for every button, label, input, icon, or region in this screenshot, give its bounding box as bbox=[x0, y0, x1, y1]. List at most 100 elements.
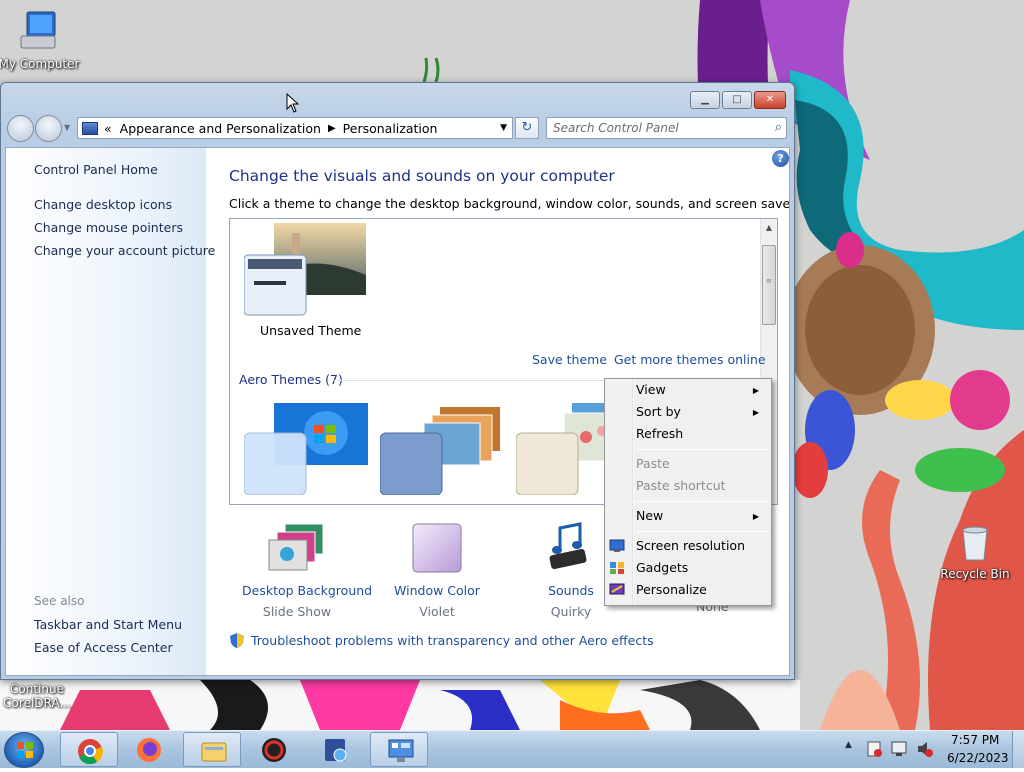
recycle-bin-icon bbox=[962, 526, 988, 561]
network-icon[interactable] bbox=[891, 741, 907, 756]
control-panel-home-link[interactable]: Control Panel Home bbox=[34, 162, 158, 177]
unsaved-theme-label[interactable]: Unsaved Theme bbox=[260, 323, 361, 338]
address-chevrons[interactable]: « bbox=[104, 121, 112, 136]
breadcrumb-separator-icon[interactable]: ▶ bbox=[328, 123, 336, 134]
desktop-background-option[interactable]: Desktop Background Slide Show bbox=[242, 522, 372, 619]
menu-separator bbox=[635, 449, 769, 450]
menu-item-screen-resolution[interactable]: Screen resolution bbox=[636, 538, 745, 553]
sounds-option[interactable]: Sounds Quirky bbox=[536, 522, 606, 619]
page-subtitle: Click a theme to change the desktop back… bbox=[229, 196, 790, 211]
screen-resolution-icon bbox=[609, 539, 625, 552]
window-color-link[interactable]: Window Color bbox=[392, 583, 482, 598]
menu-item-gadgets[interactable]: Gadgets bbox=[636, 560, 688, 575]
address-dropdown-icon[interactable]: ▼ bbox=[500, 123, 507, 133]
desktop-icon-recycle-bin[interactable]: Recycle Bin bbox=[932, 524, 1018, 581]
see-also-heading: See also bbox=[34, 594, 85, 608]
address-bar[interactable]: « Appearance and Personalization ▶ Perso… bbox=[77, 117, 513, 139]
folder-icon bbox=[201, 742, 227, 762]
change-desktop-icons-link[interactable]: Change desktop icons bbox=[34, 197, 172, 212]
sounds-music-notes-icon bbox=[549, 522, 587, 570]
recent-pages-dropdown-icon[interactable]: ▼ bbox=[64, 123, 70, 132]
desktop-icon-label-line1: Continue bbox=[10, 682, 64, 696]
taskbar-explorer[interactable] bbox=[183, 732, 241, 767]
shield-icon bbox=[230, 633, 244, 648]
show-hidden-icons-button[interactable]: ▲ bbox=[845, 740, 852, 750]
desktop-background-value: Slide Show bbox=[262, 604, 332, 619]
breadcrumb-appearance[interactable]: Appearance and Personalization bbox=[120, 121, 321, 136]
desktop-context-menu[interactable]: View ▶ Sort by ▶ Refresh Paste Paste sho… bbox=[604, 378, 772, 606]
show-desktop-button[interactable] bbox=[1012, 731, 1024, 768]
taskbar-firefox[interactable] bbox=[120, 732, 178, 767]
menu-item-paste-shortcut[interactable]: Paste shortcut bbox=[636, 478, 726, 493]
volume-muted-icon[interactable] bbox=[918, 742, 933, 757]
save-theme-link[interactable]: Save theme bbox=[532, 352, 607, 367]
minimize-button[interactable]: ▁ bbox=[690, 91, 720, 109]
menu-item-personalize[interactable]: Personalize bbox=[636, 582, 707, 597]
page-title: Change the visuals and sounds on your co… bbox=[229, 167, 615, 185]
window-color-swatch-icon bbox=[412, 523, 462, 573]
control-panel-icon bbox=[82, 121, 98, 135]
computer-icon bbox=[20, 11, 56, 49]
change-account-picture-link[interactable]: Change your account picture bbox=[34, 243, 215, 258]
taskbar-coreldraw[interactable] bbox=[245, 732, 303, 767]
menu-item-sort-by[interactable]: Sort by bbox=[636, 404, 681, 419]
clock-time[interactable]: 7:57 PM bbox=[951, 733, 999, 747]
search-icon[interactable]: ⌕ bbox=[775, 120, 782, 135]
search-box[interactable]: ⌕ bbox=[546, 117, 787, 139]
action-center-icon[interactable] bbox=[867, 741, 882, 757]
breadcrumb-personalization[interactable]: Personalization bbox=[343, 121, 438, 136]
taskbar-remote-app[interactable] bbox=[307, 732, 365, 767]
desktop-background-icon bbox=[268, 523, 324, 571]
menu-item-view[interactable]: View bbox=[636, 382, 666, 397]
coreldraw-icon bbox=[262, 738, 286, 762]
menu-item-paste[interactable]: Paste bbox=[636, 456, 670, 471]
refresh-icon[interactable]: ↻ bbox=[515, 117, 539, 139]
back-button[interactable] bbox=[7, 115, 34, 142]
firefox-icon bbox=[137, 738, 161, 762]
left-navigation-pane: Control Panel Home Change desktop icons … bbox=[6, 148, 215, 675]
taskbar-control-panel[interactable] bbox=[370, 732, 428, 767]
chrome-icon bbox=[78, 739, 103, 764]
control-panel-icon bbox=[388, 739, 414, 762]
taskbar-start-menu-link[interactable]: Taskbar and Start Menu bbox=[34, 617, 182, 632]
menu-separator bbox=[635, 501, 769, 502]
aero-themes-header: Aero Themes (7) bbox=[239, 372, 343, 387]
desktop-icon-my-computer[interactable]: My Computer bbox=[0, 10, 82, 71]
remote-desktop-icon bbox=[325, 739, 347, 762]
submenu-arrow-icon: ▶ bbox=[752, 386, 759, 395]
help-icon[interactable]: ? bbox=[772, 150, 789, 167]
desktop-icon-label-line2: CorelDRA... bbox=[3, 696, 71, 710]
close-button[interactable]: ✕ bbox=[754, 91, 786, 109]
aero-theme-windows7[interactable] bbox=[244, 403, 368, 495]
aero-theme-architecture[interactable] bbox=[380, 397, 504, 495]
window-color-value: Violet bbox=[419, 604, 455, 619]
submenu-arrow-icon: ▶ bbox=[752, 512, 759, 521]
desktop-icon-coreldraw[interactable]: Continue CorelDRA... bbox=[0, 682, 80, 710]
forward-button[interactable] bbox=[35, 115, 62, 142]
desktop-icon-label: My Computer bbox=[0, 57, 80, 71]
desktop-background-link[interactable]: Desktop Background bbox=[242, 583, 372, 598]
start-button[interactable] bbox=[4, 732, 44, 768]
change-mouse-pointers-link[interactable]: Change mouse pointers bbox=[34, 220, 183, 235]
submenu-arrow-icon: ▶ bbox=[752, 408, 759, 417]
troubleshoot-link[interactable]: Troubleshoot problems with transparency … bbox=[251, 633, 654, 648]
taskbar-chrome[interactable] bbox=[60, 732, 118, 767]
menu-item-refresh[interactable]: Refresh bbox=[636, 426, 683, 441]
ease-of-access-link[interactable]: Ease of Access Center bbox=[34, 640, 173, 655]
clock-date[interactable]: 6/22/2023 bbox=[947, 751, 1009, 765]
unsaved-theme-thumbnail[interactable] bbox=[244, 223, 368, 319]
maximize-button[interactable]: □ bbox=[722, 91, 752, 109]
menu-item-new[interactable]: New bbox=[636, 508, 663, 523]
personalize-icon bbox=[609, 583, 625, 595]
gadgets-icon bbox=[610, 562, 624, 574]
desktop-icon-label: Recycle Bin bbox=[940, 567, 1010, 581]
sounds-link[interactable]: Sounds bbox=[536, 583, 606, 598]
search-input[interactable] bbox=[547, 118, 757, 138]
menu-separator bbox=[635, 531, 769, 532]
get-more-themes-link[interactable]: Get more themes online bbox=[614, 352, 766, 367]
system-tray-icons bbox=[867, 741, 933, 757]
scroll-up-icon[interactable]: ▲ bbox=[761, 219, 777, 236]
troubleshoot-row[interactable]: Troubleshoot problems with transparency … bbox=[229, 632, 654, 649]
scroll-thumb[interactable]: ≡ bbox=[762, 245, 776, 325]
window-color-option[interactable]: Window Color Violet bbox=[392, 522, 482, 619]
